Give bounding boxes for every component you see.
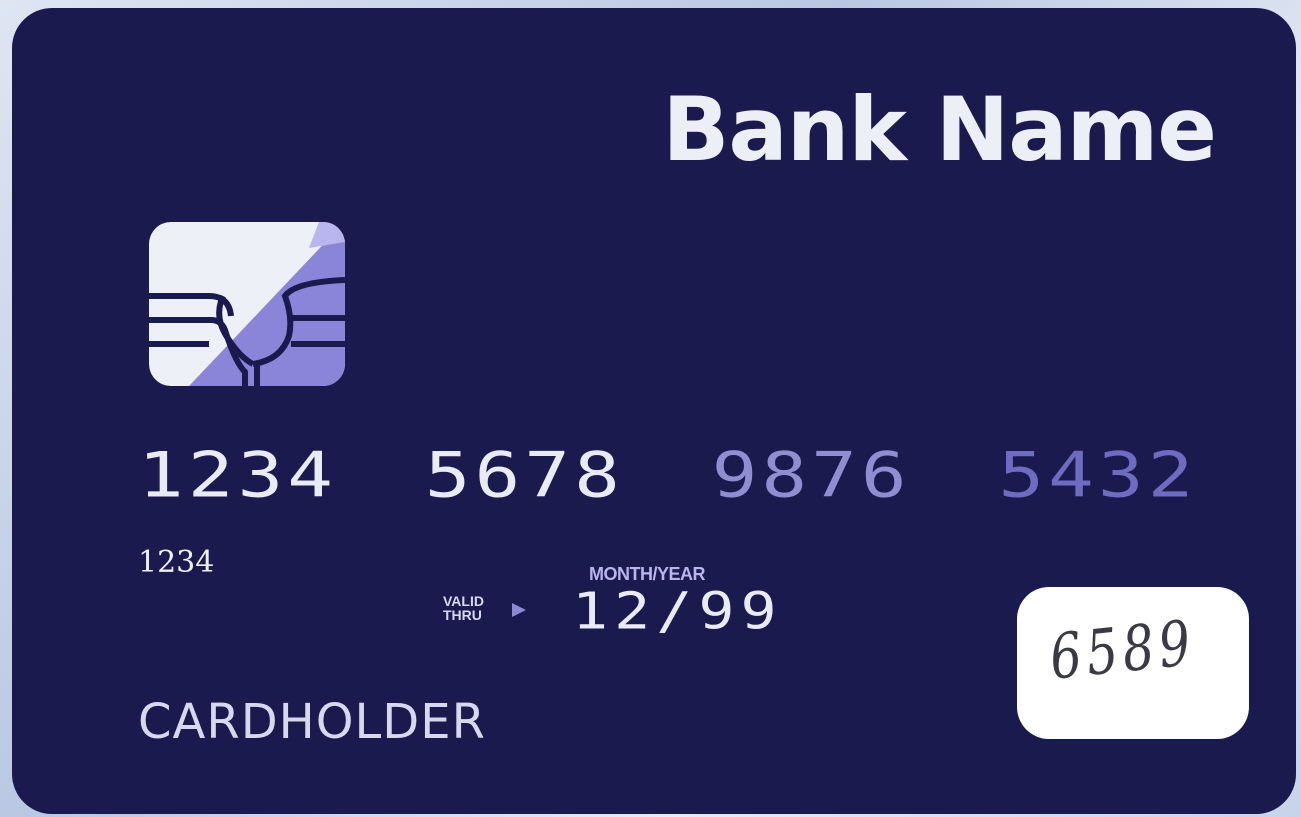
- card-number-group-4: 5432: [998, 438, 1198, 512]
- valid-label: VALID: [443, 593, 484, 609]
- security-code-box: 6589: [1017, 587, 1249, 739]
- card-number: 1234 5678 9876 5432: [138, 444, 1235, 506]
- card-small-number: 1234: [138, 545, 215, 580]
- security-code: 6589: [1046, 605, 1199, 694]
- expiry-date: 12/99: [572, 581, 783, 642]
- emv-chip-icon: [149, 222, 345, 386]
- thru-label: THRU: [443, 607, 482, 623]
- card-number-group-2: 5678: [424, 438, 624, 512]
- card-number-group-1: 1234: [138, 438, 338, 512]
- card-number-group-3: 9876: [711, 438, 911, 512]
- month-year-label: MONTH/YEAR: [589, 564, 706, 584]
- bank-name: Bank Name: [662, 78, 1217, 181]
- cardholder-name: CARDHOLDER: [138, 694, 486, 750]
- arrow-right-icon: [512, 603, 526, 617]
- credit-card: Bank Name 1234 5678 9876 5432 1234 MONTH…: [12, 8, 1296, 814]
- valid-thru-label: VALID THRU: [443, 594, 507, 622]
